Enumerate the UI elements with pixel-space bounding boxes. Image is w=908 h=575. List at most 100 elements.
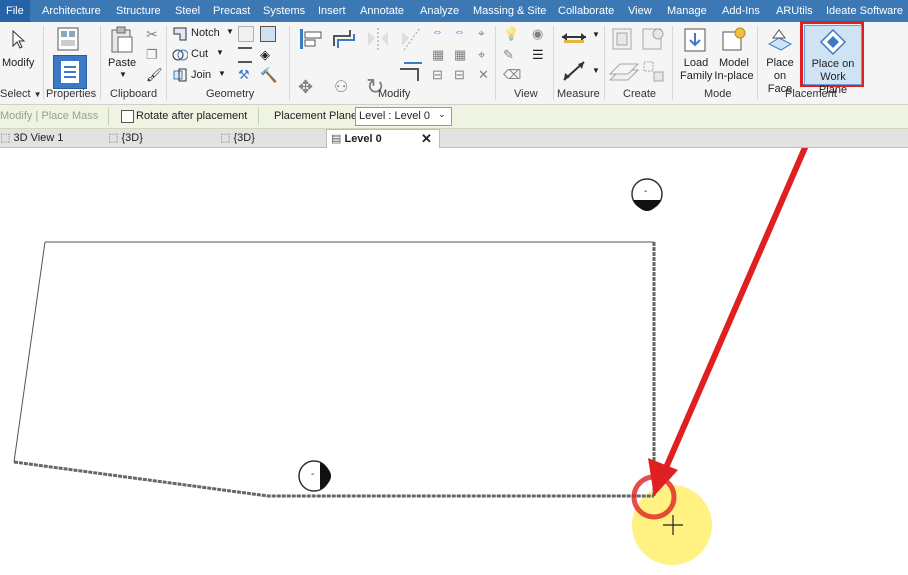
load-family-icon[interactable] [682,26,710,54]
menu-tab-precast[interactable]: Precast [213,0,250,22]
beam-column-joins-icon[interactable] [238,47,252,63]
boundary-left [13,241,46,463]
menu-tab-structure[interactable]: Structure [116,0,161,22]
notch-icon [173,27,187,41]
cut-button[interactable]: Cut [191,48,208,60]
menu-tab-architecture[interactable]: Architecture [42,0,101,22]
join-icon [173,68,187,82]
menu-bar: File Architecture Structure Steel Precas… [0,0,908,22]
wall-joins-icon[interactable] [238,26,254,42]
pin-icon[interactable]: ⌖ [478,26,485,41]
drawing-canvas[interactable]: - - [0,148,908,575]
panel-divider [553,26,554,100]
menu-tab-ideate-software[interactable]: Ideate Software [826,0,903,22]
menu-tab-view[interactable]: View [628,0,652,22]
tab-3d-b[interactable]: ⬚ {3D} [220,129,320,147]
menu-tab-steel[interactable]: Steel [175,0,200,22]
aligned-dimension-icon[interactable] [560,58,588,84]
load-family-button[interactable]: Load Family [680,57,712,83]
menu-tab-massing-site[interactable]: Massing & Site [473,0,546,22]
placement-plane-value: Level : Level 0 [359,110,430,122]
model-inplace-icon[interactable] [720,26,748,54]
cut-scissors-icon[interactable]: ✂ [146,26,158,43]
move-icon[interactable]: ⇔ [432,26,443,38]
model-inplace-button[interactable]: Model In-place [713,57,755,83]
scale-icon[interactable]: ▦ [454,47,466,63]
options-bar: Modify | Place Mass Rotate after placeme… [0,105,908,129]
menu-tab-insert[interactable]: Insert [318,0,346,22]
mirror-axis-icon[interactable] [364,26,392,52]
panel-divider [166,26,167,100]
copy-icon[interactable]: ❐ [146,47,158,63]
geometry-panel-label: Geometry [206,88,255,100]
trim-extend-icon[interactable] [398,57,426,83]
chevron-down-icon[interactable]: ▼ [218,69,226,78]
override-icon[interactable]: ◉ [532,26,543,42]
menu-tab-analyze[interactable]: Analyze [420,0,459,22]
move-arrows-icon[interactable]: ✥ [298,77,313,98]
unpin-icon[interactable]: ⌖ [478,47,485,63]
menu-tab-file[interactable]: File [0,0,30,22]
panel-select-label[interactable]: Select ▼ [0,88,42,100]
chevron-down-icon: ⌄ [438,109,446,119]
menu-tab-arutils[interactable]: ARUtils [776,0,813,22]
paste-button[interactable]: Paste [108,57,136,70]
place-on-work-plane-button[interactable]: Place on Work Plane [804,25,862,96]
chevron-down-icon[interactable]: ▼ [592,30,600,39]
elevation-marker-east[interactable] [298,460,331,492]
place-on-face-button[interactable]: Place on Face [759,24,800,95]
delete-icon[interactable]: ✕ [478,67,489,83]
menu-tab-annotate[interactable]: Annotate [360,0,404,22]
copy-element-icon[interactable]: ⇔ [454,26,465,38]
create-parts-icon[interactable] [608,60,640,86]
lightbulb-icon[interactable]: 💡 [503,26,519,42]
tab-3d-view-1[interactable]: ⬚ 3D View 1 [0,129,100,147]
place-on-work-plane-icon [819,28,847,56]
split-element-icon[interactable]: ⊟ [432,67,443,83]
modify-button[interactable]: Modify [2,57,34,70]
mirror-draw-icon[interactable] [398,26,426,52]
menu-tab-add-ins[interactable]: Add-Ins [722,0,760,22]
cut-geometry-icon [172,49,188,61]
match-properties-icon[interactable]: 🖌 [146,67,163,83]
create-similar-icon[interactable] [642,60,668,86]
measure-between-icon[interactable] [560,30,588,44]
split-face-icon[interactable] [260,26,276,42]
paint-icon[interactable]: ◈ [260,47,270,63]
chevron-down-icon[interactable]: ▼ [226,27,234,36]
plan-view[interactable] [0,148,908,575]
eraser-icon[interactable]: ⌫ [503,67,521,83]
menu-tab-collaborate[interactable]: Collaborate [558,0,614,22]
tab-3d-a[interactable]: ⬚ {3D} [108,129,208,147]
chevron-down-icon[interactable]: ▼ [592,66,600,75]
join-button[interactable]: Join [191,69,211,81]
close-icon[interactable]: ✕ [421,130,432,148]
context-label: Modify | Place Mass [0,110,99,122]
offset-icon[interactable] [330,26,358,52]
measure-panel-label: Measure [557,88,600,100]
tab-label: 3D View 1 [13,132,64,144]
menu-tab-systems[interactable]: Systems [263,0,305,22]
array-icon[interactable]: ▦ [432,47,444,63]
tab-level-0[interactable]: ▤ Level 0 ✕ [326,129,440,148]
demolish-icon[interactable]: ⚒ [238,67,250,83]
properties-button[interactable] [53,55,87,89]
type-properties-icon[interactable] [54,26,84,52]
pencil-icon[interactable]: ✎ [503,47,514,63]
create-assembly-icon[interactable] [640,26,666,54]
hammer-icon[interactable]: 🔨 [260,67,277,84]
rotate-after-placement-checkbox[interactable] [121,110,134,123]
split-gap-icon[interactable]: ⊟ [454,67,465,83]
paste-icon[interactable] [108,26,136,54]
placement-plane-select[interactable]: Level : Level 0 ⌄ [355,107,452,126]
align-icon[interactable] [297,26,325,52]
notch-button[interactable]: Notch [191,27,220,39]
linework-icon[interactable]: ☰ [532,47,544,63]
menu-tab-manage[interactable]: Manage [667,0,707,22]
copy-circles-icon[interactable]: ⚇ [334,77,348,97]
chevron-down-icon[interactable]: ▼ [216,48,224,57]
chevron-down-icon[interactable]: ▼ [119,70,127,79]
boundary-bottom [13,460,654,498]
divider [108,108,109,125]
create-group-icon[interactable] [610,26,636,54]
